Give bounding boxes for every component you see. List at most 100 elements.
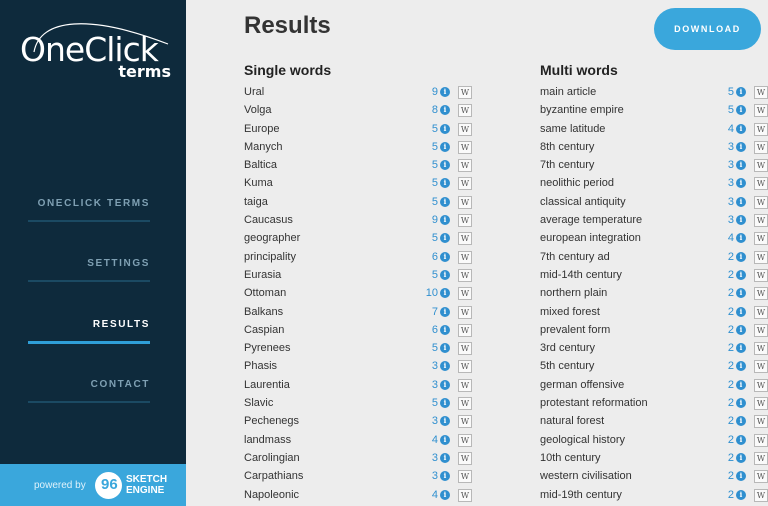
info-icon[interactable]: i [736,160,746,171]
term-text[interactable]: Carolingian [244,452,300,464]
info-icon[interactable]: i [736,141,746,152]
info-icon[interactable]: i [736,361,746,372]
term-text[interactable]: Caucasus [244,214,293,226]
wikipedia-icon[interactable]: W [458,415,472,429]
wikipedia-icon[interactable]: W [458,360,472,374]
wikipedia-icon[interactable]: W [458,451,472,465]
nav-item-results[interactable]: RESULTS [28,319,150,379]
info-icon[interactable]: i [736,178,746,189]
term-text[interactable]: 8th century [540,141,594,153]
wikipedia-icon[interactable]: W [754,159,768,173]
info-icon[interactable]: i [440,398,450,409]
info-icon[interactable]: i [440,288,450,299]
term-text[interactable]: principality [244,251,296,263]
info-icon[interactable]: i [440,434,450,445]
wikipedia-icon[interactable]: W [754,122,768,136]
info-icon[interactable]: i [440,87,450,97]
wikipedia-icon[interactable]: W [754,104,768,118]
info-icon[interactable]: i [736,434,746,445]
wikipedia-icon[interactable]: W [458,214,472,228]
term-text[interactable]: Kuma [244,177,273,189]
info-icon[interactable]: i [440,141,450,152]
term-text[interactable]: Ural [244,86,264,98]
info-icon[interactable]: i [440,178,450,189]
term-text[interactable]: main article [540,86,596,98]
wikipedia-icon[interactable]: W [458,268,472,282]
info-icon[interactable]: i [440,489,450,500]
info-icon[interactable]: i [440,379,450,390]
info-icon[interactable]: i [440,324,450,335]
nav-item-contact[interactable]: CONTACT [28,379,150,439]
wikipedia-icon[interactable]: W [754,232,768,246]
wikipedia-icon[interactable]: W [458,122,472,136]
wikipedia-icon[interactable]: W [754,268,768,282]
info-icon[interactable]: i [736,416,746,427]
wikipedia-icon[interactable]: W [458,159,472,173]
info-icon[interactable]: i [440,343,450,354]
wikipedia-icon[interactable]: W [754,397,768,411]
wikipedia-icon[interactable]: W [754,433,768,447]
wikipedia-icon[interactable]: W [458,433,472,447]
term-text[interactable]: Eurasia [244,269,281,281]
term-text[interactable]: geological history [540,434,625,446]
wikipedia-icon[interactable]: W [458,488,472,502]
wikipedia-icon[interactable]: W [754,195,768,209]
term-text[interactable]: Laurentia [244,379,290,391]
info-icon[interactable]: i [736,123,746,134]
info-icon[interactable]: i [440,233,450,244]
term-text[interactable]: Napoleonic [244,489,299,501]
info-icon[interactable]: i [440,105,450,116]
info-icon[interactable]: i [736,489,746,500]
term-text[interactable]: european integration [540,232,641,244]
info-icon[interactable]: i [440,306,450,317]
term-text[interactable]: Carpathians [244,470,303,482]
term-text[interactable]: average temperature [540,214,642,226]
term-text[interactable]: geographer [244,232,300,244]
nav-item-settings[interactable]: SETTINGS [28,258,150,318]
wikipedia-icon[interactable]: W [458,342,472,356]
info-icon[interactable]: i [736,379,746,390]
wikipedia-icon[interactable]: W [754,305,768,319]
info-icon[interactable]: i [440,123,450,134]
wikipedia-icon[interactable]: W [754,214,768,228]
term-text[interactable]: Balkans [244,306,283,318]
term-text[interactable]: 7th century ad [540,251,610,263]
term-text[interactable]: Pechenegs [244,415,299,427]
term-text[interactable]: protestant reformation [540,397,648,409]
term-text[interactable]: byzantine empire [540,104,624,116]
term-text[interactable]: mixed forest [540,306,600,318]
wikipedia-icon[interactable]: W [754,415,768,429]
info-icon[interactable]: i [736,306,746,317]
term-text[interactable]: Pyrenees [244,342,290,354]
download-button[interactable]: DOWNLOAD [654,8,761,50]
info-icon[interactable]: i [440,215,450,226]
term-text[interactable]: neolithic period [540,177,614,189]
wikipedia-icon[interactable]: W [754,342,768,356]
info-icon[interactable]: i [440,452,450,463]
wikipedia-icon[interactable]: W [754,451,768,465]
info-icon[interactable]: i [736,324,746,335]
term-text[interactable]: Baltica [244,159,277,171]
wikipedia-icon[interactable]: W [458,378,472,392]
wikipedia-icon[interactable]: W [754,470,768,484]
info-icon[interactable]: i [440,361,450,372]
wikipedia-icon[interactable]: W [458,397,472,411]
wikipedia-icon[interactable]: W [754,287,768,301]
wikipedia-icon[interactable]: W [754,488,768,502]
wikipedia-icon[interactable]: W [754,250,768,264]
wikipedia-icon[interactable]: W [458,470,472,484]
term-text[interactable]: taiga [244,196,268,208]
info-icon[interactable]: i [736,269,746,280]
term-text[interactable]: mid-14th century [540,269,622,281]
term-text[interactable]: german offensive [540,379,624,391]
term-text[interactable]: 7th century [540,159,594,171]
info-icon[interactable]: i [736,215,746,226]
wikipedia-icon[interactable]: W [458,323,472,337]
wikipedia-icon[interactable]: W [458,195,472,209]
term-text[interactable]: 10th century [540,452,601,464]
info-icon[interactable]: i [736,251,746,262]
wikipedia-icon[interactable]: W [458,177,472,191]
powered-by-bar[interactable]: powered by 96 SKETCH ENGINE [0,464,186,506]
wikipedia-icon[interactable]: W [754,378,768,392]
wikipedia-icon[interactable]: W [754,323,768,337]
